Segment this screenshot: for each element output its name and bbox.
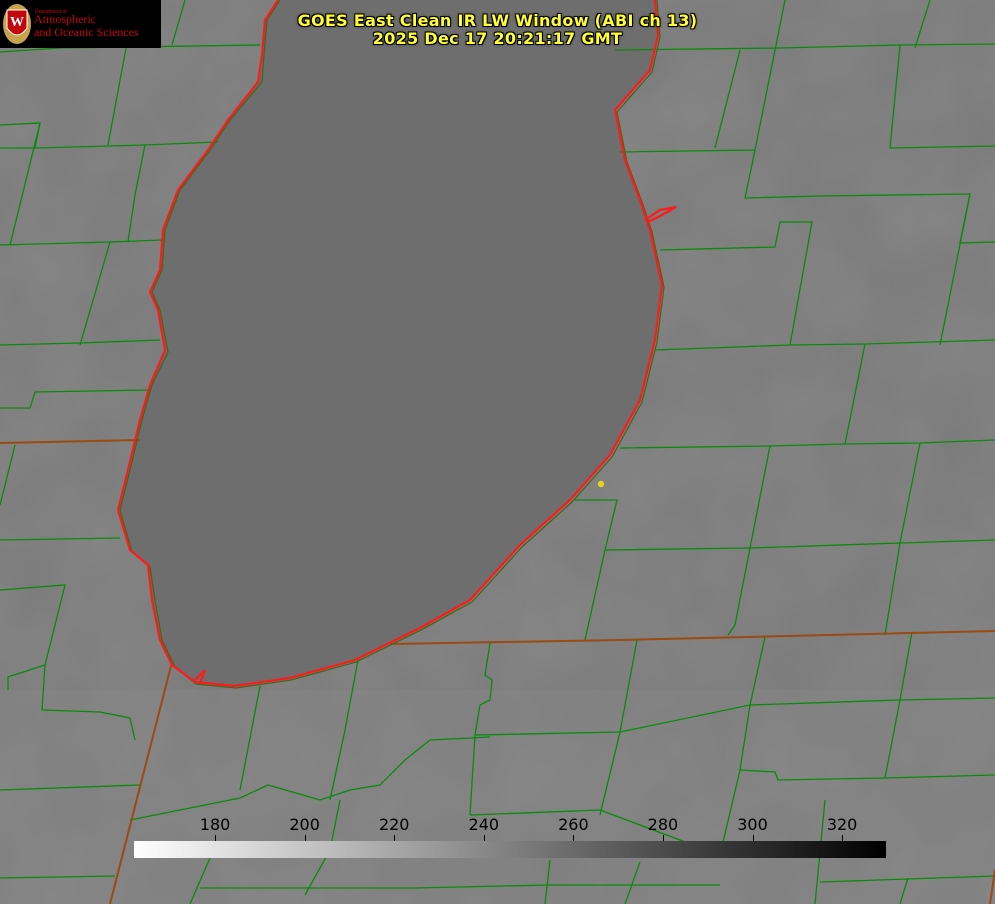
colorbar-tick-mark [484, 835, 485, 841]
colorbar-tick-mark [394, 835, 395, 841]
colorbar-tick-mark [663, 835, 664, 841]
colorbar-tick-mark [842, 835, 843, 841]
colorbar-tick-label: 260 [558, 815, 589, 834]
station-marker [597, 480, 605, 488]
crest-letter: W [10, 15, 24, 30]
colorbar-tick-mark [753, 835, 754, 841]
colorbar-tick-label: 300 [737, 815, 768, 834]
colorbar-tick-label: 320 [826, 815, 858, 834]
colorbar-tick-mark [573, 835, 574, 841]
colorbar-tick-mark [305, 835, 306, 841]
satellite-map-viewer: GOES East Clean IR LW Window (ABI ch 13)… [0, 0, 995, 904]
colorbar-tick-label: 280 [647, 815, 679, 834]
temperature-colorbar [134, 841, 886, 858]
colorbar-tick-label: 180 [199, 815, 231, 834]
logo-line-2: and Oceanic Sciences [34, 25, 139, 39]
colorbar-tick-label: 220 [378, 815, 410, 834]
colorbar-tick-label: 240 [468, 815, 500, 834]
colorbar-tick-mark [215, 835, 216, 841]
aos-logo: W Department of Atmospheric and Oceanic … [0, 0, 161, 48]
map-canvas [0, 0, 995, 904]
uw-crest-icon: W [3, 4, 31, 44]
southern-cloud-band [0, 690, 995, 904]
colorbar-tick-label: 200 [289, 815, 320, 834]
